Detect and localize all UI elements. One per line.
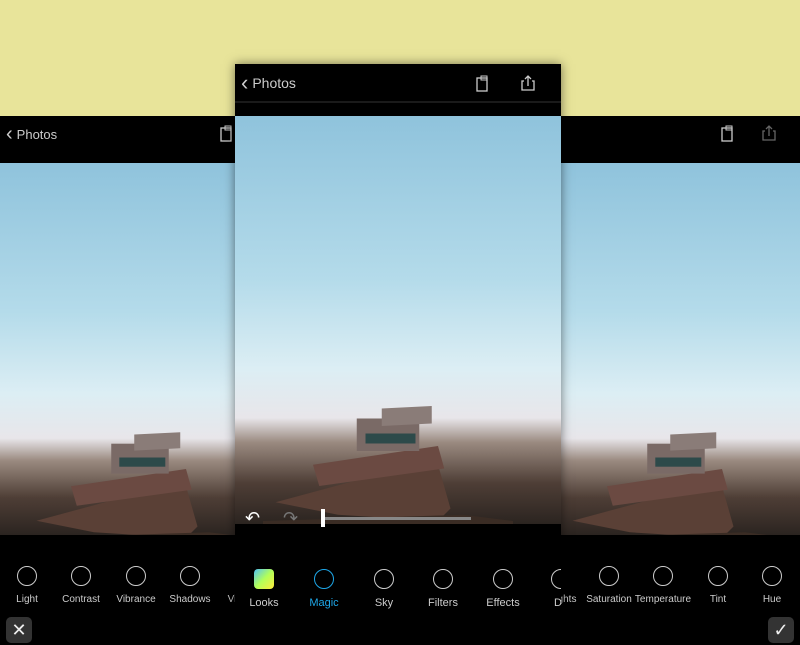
right-phone-screen: ghtsSaturationTemperatureTintHue ✓ bbox=[561, 116, 800, 645]
shadows-icon bbox=[180, 566, 200, 586]
tool-vibrance[interactable]: Vibrance bbox=[106, 566, 166, 605]
tool-filters[interactable]: Filters bbox=[413, 569, 473, 609]
intensity-slider[interactable] bbox=[321, 509, 471, 527]
slider-handle[interactable] bbox=[321, 509, 325, 527]
tool-effects[interactable]: Effects bbox=[473, 569, 533, 609]
compare-icon[interactable] bbox=[474, 75, 492, 93]
header: ‹ Photos bbox=[235, 64, 561, 103]
tool-temperature[interactable]: Temperature bbox=[633, 566, 693, 605]
tool-hue[interactable]: Hue bbox=[742, 566, 800, 605]
redo-icon[interactable]: ↷ bbox=[283, 508, 298, 529]
light-icon bbox=[17, 566, 37, 586]
tool-de[interactable]: De bbox=[531, 569, 561, 609]
compare-icon[interactable] bbox=[719, 125, 737, 143]
chevron-left-icon: ‹ bbox=[6, 122, 13, 145]
tool-tint[interactable]: Tint bbox=[688, 566, 748, 605]
effects-icon bbox=[493, 569, 513, 589]
tool-magic[interactable]: Magic bbox=[294, 569, 354, 609]
back-button[interactable]: ‹ Photos bbox=[6, 116, 57, 152]
tool-light[interactable]: Light bbox=[0, 566, 57, 605]
chevron-left-icon: ‹ bbox=[241, 69, 249, 95]
share-icon[interactable] bbox=[519, 74, 537, 92]
undo-icon[interactable]: ↶ bbox=[245, 508, 260, 529]
details-icon bbox=[551, 569, 561, 589]
compare-icon[interactable] bbox=[218, 125, 235, 143]
tool-contrast[interactable]: Contrast bbox=[51, 566, 111, 605]
confirm-button[interactable]: ✓ bbox=[768, 617, 794, 643]
tool-vi[interactable]: Vi bbox=[202, 566, 235, 605]
tint-icon bbox=[708, 566, 728, 586]
looks-icon bbox=[254, 569, 274, 589]
magic-wand-icon bbox=[314, 569, 334, 589]
photo-preview bbox=[0, 163, 235, 535]
share-icon[interactable] bbox=[760, 124, 778, 142]
left-phone-screen: ‹ Photos LightContrastVibranceShadowsVi … bbox=[0, 116, 235, 645]
cancel-button[interactable]: ✕ bbox=[6, 617, 32, 643]
photo-preview bbox=[235, 116, 561, 524]
sky-icon bbox=[374, 569, 394, 589]
tool-looks[interactable]: Looks bbox=[235, 569, 294, 609]
saturation-icon bbox=[599, 566, 619, 586]
vibrance-icon bbox=[126, 566, 146, 586]
tool-sky[interactable]: Sky bbox=[354, 569, 414, 609]
photo-preview bbox=[561, 163, 800, 535]
filters-icon bbox=[433, 569, 453, 589]
temperature-icon bbox=[653, 566, 673, 586]
tool-saturation[interactable]: Saturation bbox=[579, 566, 639, 605]
contrast-icon bbox=[71, 566, 91, 586]
back-button[interactable]: ‹ Photos bbox=[241, 64, 296, 101]
header: ‹ Photos bbox=[0, 116, 235, 152]
center-phone-screen: ‹ Photos ↶ ↷ Looks Magic Sky Filters Effects… bbox=[235, 64, 561, 645]
hue-icon bbox=[762, 566, 782, 586]
